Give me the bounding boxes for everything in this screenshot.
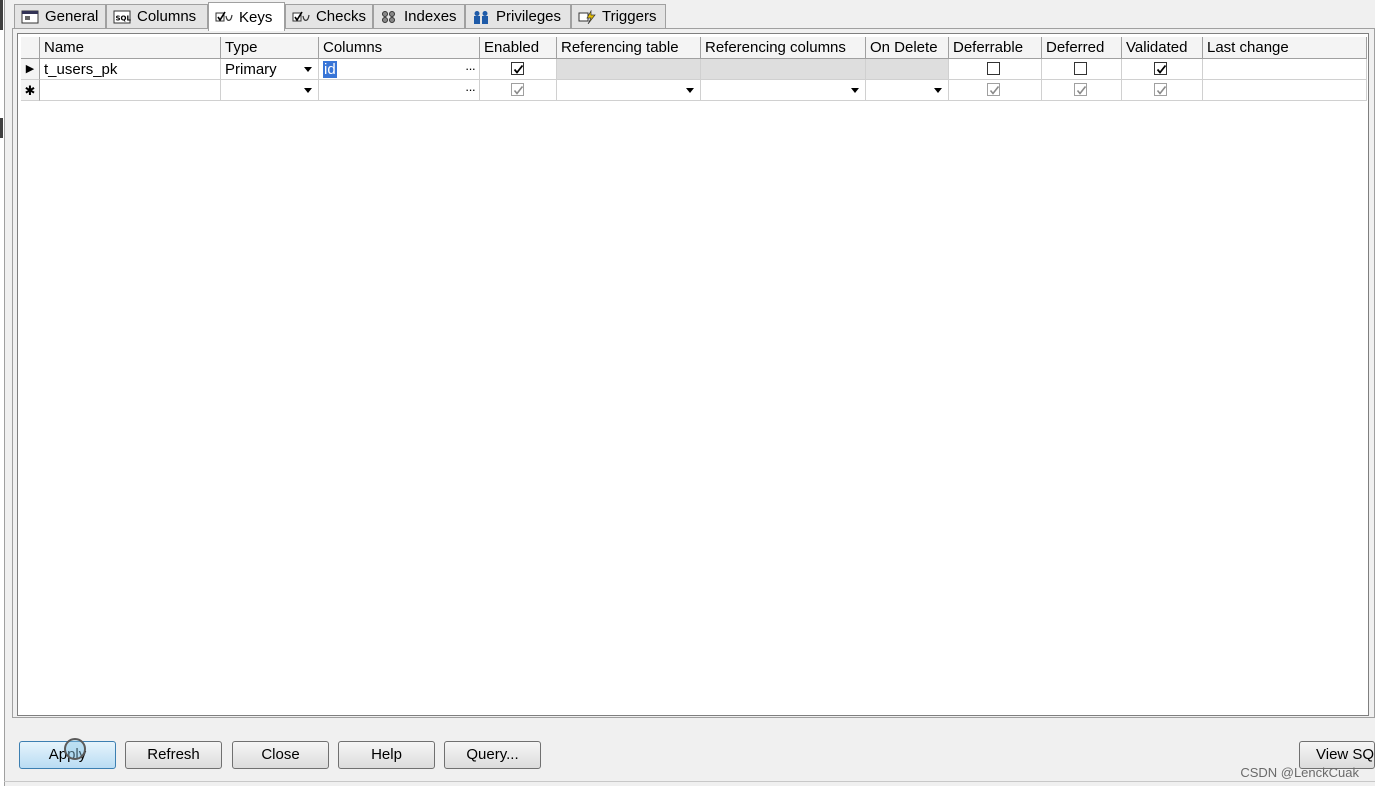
column-header-enabled[interactable]: Enabled <box>480 37 557 59</box>
referencing-columns-select[interactable] <box>701 80 866 101</box>
new-row-marker-icon: ✱ <box>21 80 40 101</box>
divider <box>4 781 1375 782</box>
grid-header: Name Type Columns Enabled Referencing ta… <box>21 37 1367 59</box>
checks-icon <box>292 10 310 24</box>
column-header-last-change[interactable]: Last change <box>1203 37 1367 59</box>
refresh-button[interactable]: Refresh <box>125 741 222 769</box>
column-header-referencing-columns[interactable]: Referencing columns <box>701 37 866 59</box>
deferrable-checkbox-cell[interactable] <box>949 80 1042 101</box>
enabled-checkbox-cell[interactable] <box>480 80 557 101</box>
tab-general[interactable]: General <box>14 4 106 28</box>
enabled-checkbox-cell[interactable] <box>480 59 557 80</box>
key-columns-cell[interactable]: ··· <box>319 80 480 101</box>
column-header-type[interactable]: Type <box>221 37 319 59</box>
deferrable-checkbox-cell[interactable] <box>949 59 1042 80</box>
tab-label: Checks <box>315 8 366 25</box>
keys-panel: Name Type Columns Enabled Referencing ta… <box>12 28 1375 718</box>
key-type-select[interactable]: Primary <box>221 59 319 80</box>
tab-label: Privileges <box>496 8 562 25</box>
deferred-checkbox[interactable] <box>1074 83 1087 96</box>
indexes-icon <box>380 10 398 24</box>
referencing-table-select[interactable] <box>557 80 701 101</box>
key-type-select[interactable] <box>221 80 319 101</box>
column-header-name[interactable]: Name <box>40 37 221 59</box>
validated-checkbox-cell[interactable] <box>1122 80 1203 101</box>
tab-label: Keys <box>239 8 273 26</box>
tab-keys[interactable]: Keys <box>208 2 285 31</box>
help-button[interactable]: Help <box>338 741 435 769</box>
tab-privileges[interactable]: Privileges <box>465 4 571 28</box>
keys-icon <box>215 10 233 24</box>
tab-label: General <box>45 8 99 25</box>
current-row-marker-icon: ▶ <box>21 59 40 80</box>
key-name-cell[interactable] <box>40 80 221 101</box>
tab-indexes[interactable]: Indexes <box>373 4 465 28</box>
watermark-text: CSDN @LenckCuak <box>1240 765 1359 780</box>
tab-label: Columns <box>137 8 197 25</box>
deferred-checkbox[interactable] <box>1074 62 1087 75</box>
on-delete-select[interactable] <box>866 80 949 101</box>
column-header-deferrable[interactable]: Deferrable <box>949 37 1042 59</box>
column-header-deferred[interactable]: Deferred <box>1042 37 1122 59</box>
dropdown-arrow-icon[interactable] <box>934 88 942 93</box>
column-header-columns[interactable]: Columns <box>319 37 480 59</box>
window-edge-mark <box>0 0 3 30</box>
dropdown-arrow-icon[interactable] <box>686 88 694 93</box>
tab-columns[interactable]: SQL Columns <box>106 4 208 28</box>
row-header-corner <box>21 37 40 59</box>
deferrable-checkbox[interactable] <box>987 83 1000 96</box>
validated-checkbox-cell[interactable] <box>1122 59 1203 80</box>
privileges-icon <box>472 10 490 24</box>
ellipsis-button[interactable]: ··· <box>465 80 476 100</box>
key-columns-value: id <box>323 61 337 78</box>
dropdown-arrow-icon[interactable] <box>851 88 859 93</box>
on-delete-cell <box>866 59 949 80</box>
last-change-cell <box>1203 80 1367 101</box>
deferred-checkbox-cell[interactable] <box>1042 80 1122 101</box>
columns-icon: SQL <box>113 10 131 24</box>
close-button[interactable]: Close <box>232 741 329 769</box>
table-row[interactable]: ▶ t_users_pk Primary id ··· <box>21 59 1367 80</box>
column-header-validated[interactable]: Validated <box>1122 37 1203 59</box>
tab-triggers[interactable]: Triggers <box>571 4 666 28</box>
enabled-checkbox[interactable] <box>511 83 524 96</box>
keys-grid: Name Type Columns Enabled Referencing ta… <box>17 33 1369 716</box>
enabled-checkbox[interactable] <box>511 62 524 75</box>
tab-label: Indexes <box>404 8 457 25</box>
mouse-cursor-icon <box>64 738 86 760</box>
validated-checkbox[interactable] <box>1154 83 1167 96</box>
referencing-table-cell <box>557 59 701 80</box>
ellipsis-button[interactable]: ··· <box>465 59 476 79</box>
key-name-cell[interactable]: t_users_pk <box>40 59 221 80</box>
general-icon <box>21 10 39 24</box>
key-columns-cell[interactable]: id ··· <box>319 59 480 80</box>
last-change-cell <box>1203 59 1367 80</box>
deferred-checkbox-cell[interactable] <box>1042 59 1122 80</box>
column-header-referencing-table[interactable]: Referencing table <box>557 37 701 59</box>
svg-text:SQL: SQL <box>116 14 132 22</box>
tab-checks[interactable]: Checks <box>285 4 373 28</box>
window-edge-mark <box>0 118 3 138</box>
deferrable-checkbox[interactable] <box>987 62 1000 75</box>
tab-bar: General SQL Columns Keys Checks Indexes … <box>14 2 1375 31</box>
column-header-on-delete[interactable]: On Delete <box>866 37 949 59</box>
query-button[interactable]: Query... <box>444 741 541 769</box>
table-row-new[interactable]: ✱ ··· <box>21 80 1367 101</box>
dropdown-arrow-icon[interactable] <box>304 67 312 72</box>
dropdown-arrow-icon[interactable] <box>304 88 312 93</box>
tab-label: Triggers <box>602 8 657 25</box>
triggers-icon <box>578 9 596 24</box>
validated-checkbox[interactable] <box>1154 62 1167 75</box>
key-type-value: Primary <box>225 61 277 78</box>
referencing-columns-cell <box>701 59 866 80</box>
